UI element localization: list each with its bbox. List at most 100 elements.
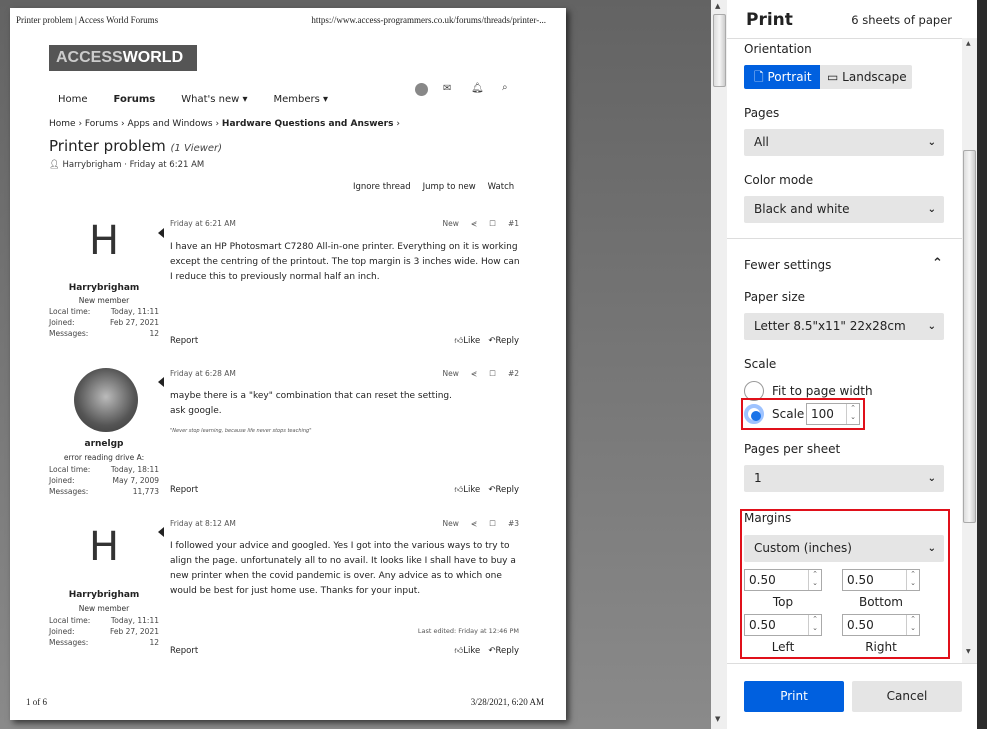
landscape-icon: ▭ <box>827 70 839 84</box>
nav-home[interactable]: Home <box>58 94 88 105</box>
post-footer: Report 👍︎Like ↶Reply <box>170 485 519 495</box>
chevron-down-icon: ⌄ <box>927 543 936 554</box>
pages-select[interactable]: All ⌄ <box>744 129 944 156</box>
thread-title: Printer problem (1 Viewer) <box>49 137 223 155</box>
post-user-role: error reading drive A: <box>63 453 145 462</box>
settings-scrollbar[interactable]: ▲ ▼ <box>962 38 977 663</box>
nav-members[interactable]: Members ▾ <box>274 94 329 105</box>
margin-left-label: Left <box>771 640 795 654</box>
bookmark-icon: ☐ <box>489 369 496 378</box>
pages-per-sheet-select[interactable]: 1 ⌄ <box>744 465 944 492</box>
nav-forums[interactable]: Forums <box>114 94 156 105</box>
bookmark-icon: ☐ <box>489 519 496 528</box>
scrollbar-thumb[interactable] <box>963 150 976 523</box>
scale-radio[interactable] <box>744 404 764 424</box>
margin-top-input[interactable]: 0.50 ⌃ ⌄ <box>744 569 822 591</box>
bookmark-icon: ☐ <box>489 219 496 228</box>
post-footer: Report 👍︎Like ↶Reply <box>170 646 519 656</box>
pages-per-sheet-label: Pages per sheet <box>744 442 841 456</box>
share-icon: ⋞ <box>470 219 478 228</box>
divider <box>727 38 977 39</box>
chevron-down-icon: ⌄ <box>927 473 936 484</box>
avatar-letter: H <box>88 524 120 570</box>
post-body: I have an HP Photosmart C7280 All-in-one… <box>170 242 520 282</box>
portrait-button[interactable]: 🗋︎ Portrait <box>744 65 820 89</box>
scale-radio-label: Scale <box>772 407 805 421</box>
color-mode-select[interactable]: Black and white ⌄ <box>744 196 944 223</box>
chevron-down-icon: ⌄ <box>927 321 936 332</box>
spinner-icon: ⌃ ⌄ <box>846 404 859 424</box>
color-mode-label: Color mode <box>744 173 814 187</box>
preview-scrollbar[interactable]: ▲ ▼ <box>711 0 727 729</box>
page-footer-date: 3/28/2021, 6:20 AM <box>470 697 544 707</box>
thread-buttons: Ignore thread Jump to new Watch <box>353 182 515 192</box>
fit-to-width-label: Fit to page width <box>772 384 873 398</box>
post-actions: New ⋞ ☐ #3 <box>442 519 519 528</box>
post-date: Friday at 6:21 AM <box>170 219 236 228</box>
scrollbar-thumb[interactable] <box>713 14 726 87</box>
sheet-count: 6 sheets of paper <box>851 13 952 27</box>
scroll-down-icon[interactable]: ▼ <box>715 715 720 723</box>
margin-right-label: Right <box>865 640 897 654</box>
spinner-icon: ⌃ ⌄ <box>808 570 821 590</box>
scroll-down-icon: ▼ <box>966 648 971 655</box>
user-stats: Local time: Today, 18:11 Joined: May 7, 20… <box>49 465 159 496</box>
margin-bottom-input[interactable]: 0.50 ⌃ ⌄ <box>842 569 920 591</box>
spinner-icon: ⌃ ⌄ <box>906 570 919 590</box>
avatar-photo <box>74 368 138 432</box>
background-window-edge <box>977 0 987 729</box>
chevron-up-icon[interactable]: ⌃ <box>932 256 943 271</box>
fewer-settings-toggle[interactable]: Fewer settings <box>744 258 831 272</box>
post-2: arnelgp error reading drive A: Local tim… <box>49 358 519 503</box>
user-stats: Local time: Today, 11:11 Joined: Feb 27, 2… <box>49 307 159 338</box>
orientation-label: Orientation <box>744 42 812 56</box>
post-3: H Harrybrigham New member Local time: Tod… <box>49 506 519 666</box>
nav-whats-new[interactable]: What's new ▾ <box>181 94 247 105</box>
post-date: Friday at 6:28 AM <box>170 369 236 378</box>
post-actions: New ⋞ ☐ #2 <box>442 369 519 378</box>
margin-left-input[interactable]: 0.50 ⌃ ⌄ <box>744 614 822 636</box>
cancel-button[interactable]: Cancel <box>852 681 962 712</box>
post-user-role: New member <box>78 604 130 613</box>
post-user-role: New member <box>78 296 130 305</box>
divider <box>727 663 977 664</box>
scroll-up-icon: ▲ <box>966 40 971 47</box>
share-icon: ⋞ <box>470 519 478 528</box>
spinner-icon: ⌃ ⌄ <box>906 615 919 635</box>
landscape-button[interactable]: ▭ Landscape <box>820 65 912 89</box>
post-date: Friday at 8:12 AM <box>170 519 236 528</box>
margins-label: Margins <box>744 511 792 525</box>
margins-select[interactable]: Custom (inches) ⌄ <box>744 535 944 562</box>
page-footer-number: 1 of 6 <box>26 697 47 707</box>
post-signature: "Never stop learning, because life never… <box>170 428 312 434</box>
margin-top-label: Top <box>772 595 794 609</box>
scroll-up-icon[interactable]: ▲ <box>715 2 720 10</box>
paper-size-select[interactable]: Letter 8.5"x11" 22x28cm ⌄ <box>744 313 944 340</box>
user-stats: Local time: Today, 11:11 Joined: Feb 27, 2… <box>49 616 159 647</box>
like-icon: 👍︎ <box>454 646 464 656</box>
post-body: maybe there is a "key" combination that … <box>170 391 452 416</box>
print-settings-panel: Print 6 sheets of paper ▲ ▼ Orientation … <box>727 0 977 729</box>
like-icon: 👍︎ <box>454 336 464 346</box>
arrow-icon <box>158 527 164 537</box>
page-header-url: https://www.access-programmers.co.uk/for… <box>311 15 546 25</box>
divider <box>727 238 962 239</box>
arrow-icon <box>158 228 164 238</box>
user-avatar-icon <box>415 83 428 96</box>
post-username: Harrybrigham <box>68 283 140 293</box>
like-icon: 👍︎ <box>454 485 464 495</box>
scale-input[interactable]: 100 ⌃ ⌄ <box>806 403 860 425</box>
post-footer: Report 👍︎Like ↶Reply <box>170 336 519 346</box>
scale-label: Scale <box>744 357 777 371</box>
last-edited: Last edited: Friday at 12:46 PM <box>417 627 519 635</box>
user-icon: 👤︎ <box>49 160 60 170</box>
spinner-icon: ⌃ ⌄ <box>808 615 821 635</box>
search-icon: ⌕ <box>502 82 508 93</box>
margin-right-input[interactable]: 0.50 ⌃ ⌄ <box>842 614 920 636</box>
chevron-down-icon: ⌄ <box>927 204 936 215</box>
site-logo: ACCESSWORLD <box>49 45 197 71</box>
share-icon: ⋞ <box>470 369 478 378</box>
print-button[interactable]: Print <box>744 681 844 712</box>
arrow-icon <box>158 377 164 387</box>
print-preview-page: Printer problem | Access World Forums ht… <box>10 8 566 720</box>
